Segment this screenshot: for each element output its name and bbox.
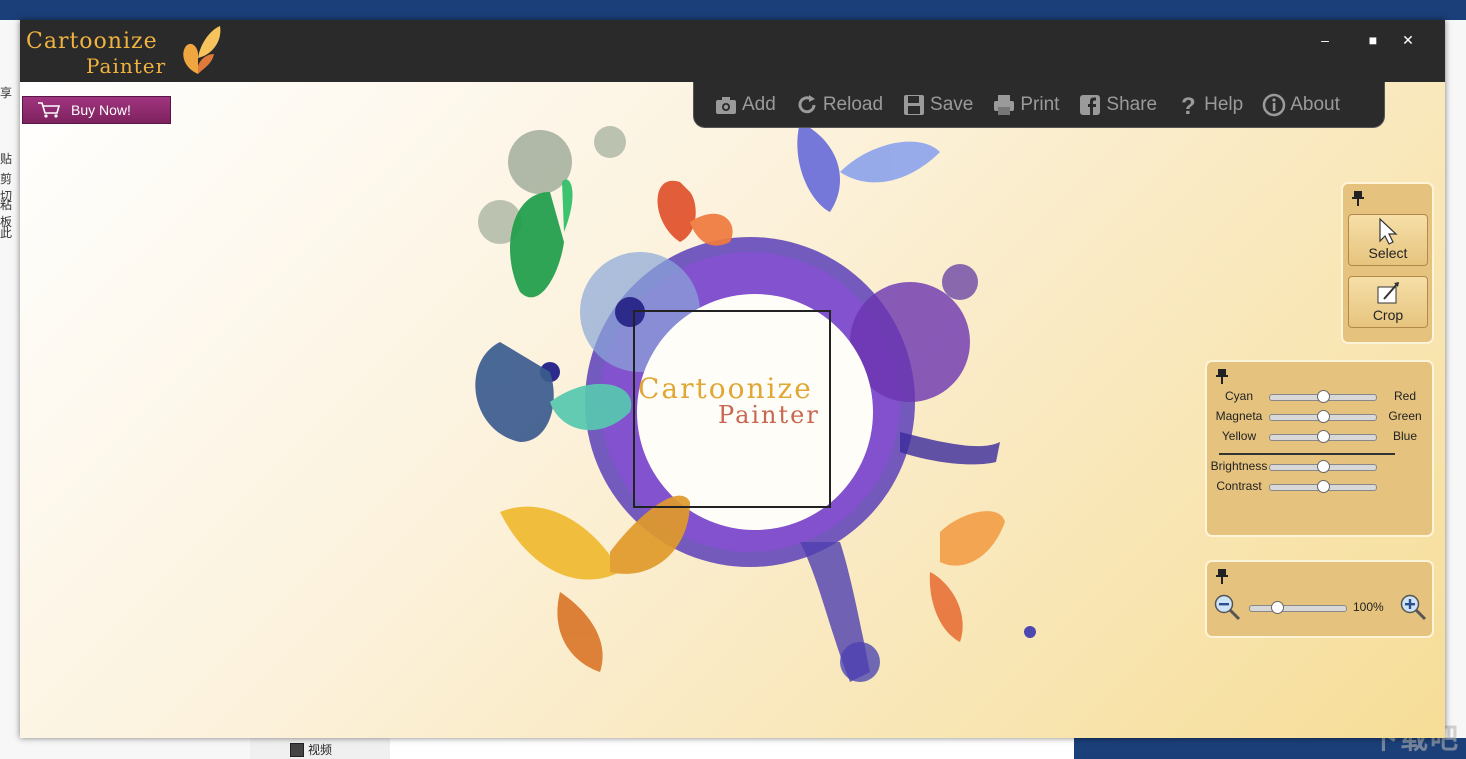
about-button[interactable]: About xyxy=(1262,93,1340,117)
divider xyxy=(1219,453,1395,455)
minimize-button[interactable]: – xyxy=(1312,30,1338,50)
zoom-out-icon[interactable] xyxy=(1213,593,1241,621)
reload-button[interactable]: Reload xyxy=(795,93,883,117)
cyan-red-slider-row: Cyan Red xyxy=(1209,388,1431,406)
cyan-red-slider[interactable] xyxy=(1269,390,1377,403)
save-label: Save xyxy=(930,93,974,115)
zoom-value: 100% xyxy=(1353,600,1384,614)
crop-tool-button[interactable]: Crop xyxy=(1348,276,1428,328)
camera-add-icon xyxy=(716,96,736,114)
print-icon xyxy=(994,94,1015,115)
logo-text-line2: Painter xyxy=(86,54,167,78)
save-button[interactable]: Save xyxy=(902,93,973,117)
explorer-ribbon-remnant: 享 贴 剪切 粘板 此 xyxy=(0,20,21,759)
share-label: Share xyxy=(1106,93,1158,115)
ribbon-char: 享 xyxy=(0,86,13,100)
ribbon-char: 此 xyxy=(0,226,13,240)
help-icon: ? xyxy=(1181,93,1196,117)
about-label: About xyxy=(1290,93,1340,115)
explorer-item-video[interactable]: 视频 xyxy=(290,741,332,758)
zoom-panel: 100% xyxy=(1205,560,1434,638)
zoom-in-icon[interactable] xyxy=(1399,593,1427,621)
slider-left-label: Contrast xyxy=(1216,479,1262,493)
artwork-title-line2: Painter xyxy=(718,401,820,429)
svg-text:?: ? xyxy=(1181,93,1196,117)
select-tool-button[interactable]: Select xyxy=(1348,214,1428,266)
share-button[interactable]: Share xyxy=(1078,93,1157,117)
slider-thumb[interactable] xyxy=(1316,460,1330,473)
yellow-blue-slider-row: Yellow Blue xyxy=(1209,428,1431,446)
color-adjust-panel: Cyan Red Magneta Green Yellow Blue Brigh… xyxy=(1205,360,1434,537)
slider-thumb[interactable] xyxy=(1316,390,1330,403)
slider-left-label: Brightness xyxy=(1210,459,1268,473)
buy-now-label: Buy Now! xyxy=(71,102,131,118)
contrast-slider[interactable] xyxy=(1269,480,1377,493)
crop-icon xyxy=(1377,282,1399,304)
pin-icon[interactable] xyxy=(1215,568,1229,584)
reload-icon xyxy=(798,94,816,113)
info-icon xyxy=(1262,93,1286,116)
close-button[interactable]: ✕ xyxy=(1395,30,1421,50)
contrast-slider-row: Contrast xyxy=(1209,478,1431,496)
slider-thumb[interactable] xyxy=(1316,480,1330,493)
slider-right-label: Blue xyxy=(1392,429,1418,443)
slider-thumb[interactable] xyxy=(1316,430,1330,443)
select-label: Select xyxy=(1368,245,1408,261)
app-logo: Cartoonize Painter xyxy=(26,24,226,80)
image-canvas[interactable]: Buy Now! Cartoonize Painter Add Reload S… xyxy=(20,82,1445,738)
slider-right-label: Red xyxy=(1393,389,1416,403)
main-toolbar: Add Reload Save Print Share ? Help About xyxy=(693,82,1385,128)
logo-text-line1: Cartoonize xyxy=(26,29,158,54)
pointer-icon xyxy=(1379,217,1398,245)
save-icon xyxy=(904,94,925,115)
maximize-button[interactable]: ■ xyxy=(1360,30,1386,50)
slider-left-label: Cyan xyxy=(1224,389,1253,403)
magenta-green-slider[interactable] xyxy=(1269,410,1377,423)
desktop-taskbar-top xyxy=(0,0,1466,20)
title-bar[interactable]: Cartoonize Painter – ■ ✕ xyxy=(20,20,1445,83)
brightness-slider[interactable] xyxy=(1269,460,1377,473)
explorer-bottom xyxy=(0,738,1466,759)
explorer-item-label: 视频 xyxy=(308,743,333,757)
buy-now-button[interactable]: Buy Now! xyxy=(22,96,171,124)
tools-panel: Select Crop xyxy=(1341,182,1434,344)
print-button[interactable]: Print xyxy=(992,93,1059,117)
yellow-blue-slider[interactable] xyxy=(1269,430,1377,443)
slider-left-label: Yellow xyxy=(1221,429,1257,443)
slider-thumb[interactable] xyxy=(1316,410,1330,423)
magenta-green-slider-row: Magneta Green xyxy=(1209,408,1431,426)
app-window: Cartoonize Painter – ■ ✕ Buy Now! Cartoo… xyxy=(20,20,1445,738)
add-label: Add xyxy=(742,93,776,115)
brightness-slider-row: Brightness xyxy=(1209,458,1431,476)
slider-right-label: Green xyxy=(1388,409,1422,423)
slider-thumb[interactable] xyxy=(1270,601,1284,614)
help-button[interactable]: ? Help xyxy=(1176,93,1243,117)
video-folder-icon xyxy=(290,742,304,757)
pin-icon[interactable] xyxy=(1215,368,1229,384)
ribbon-char: 贴 xyxy=(0,152,13,166)
cart-icon xyxy=(38,102,61,118)
artwork-title: Cartoonize Painter xyxy=(638,372,838,429)
zoom-slider[interactable] xyxy=(1249,601,1347,614)
add-button[interactable]: Add xyxy=(714,93,776,117)
crop-label: Crop xyxy=(1372,307,1404,323)
reload-label: Reload xyxy=(822,93,884,115)
help-label: Help xyxy=(1204,93,1244,115)
background-window-edge xyxy=(1446,20,1466,759)
pin-icon[interactable] xyxy=(1351,190,1365,206)
slider-left-label: Magneta xyxy=(1215,409,1263,423)
print-label: Print xyxy=(1020,93,1060,115)
butterfly-logo-icon xyxy=(183,26,221,74)
facebook-icon xyxy=(1080,94,1101,115)
